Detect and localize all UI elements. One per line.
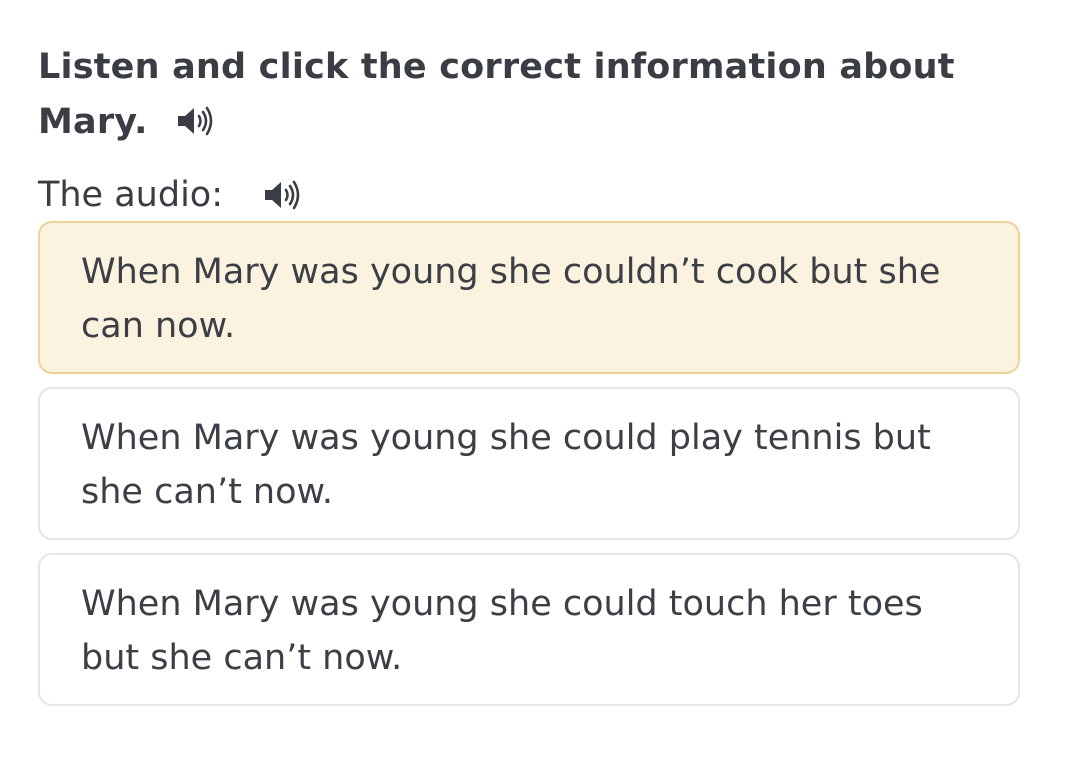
- audio-row: The audio:: [38, 170, 301, 220]
- answer-option-2[interactable]: When Mary was young she could play tenni…: [38, 387, 1020, 540]
- answer-option-3[interactable]: When Mary was young she could touch her …: [38, 553, 1020, 706]
- answer-option-1[interactable]: When Mary was young she couldn’t cook bu…: [38, 221, 1020, 374]
- answer-options: When Mary was young she couldn’t cook bu…: [38, 221, 1020, 719]
- answer-option-text: When Mary was young she could play tenni…: [81, 418, 931, 512]
- answer-option-text: When Mary was young she could touch her …: [81, 584, 923, 678]
- question-prompt: Listen and click the correct information…: [38, 40, 998, 154]
- audio-label: The audio:: [38, 175, 223, 215]
- speaker-icon[interactable]: [263, 179, 301, 211]
- speaker-icon[interactable]: [176, 99, 214, 154]
- answer-option-text: When Mary was young she couldn’t cook bu…: [81, 252, 941, 346]
